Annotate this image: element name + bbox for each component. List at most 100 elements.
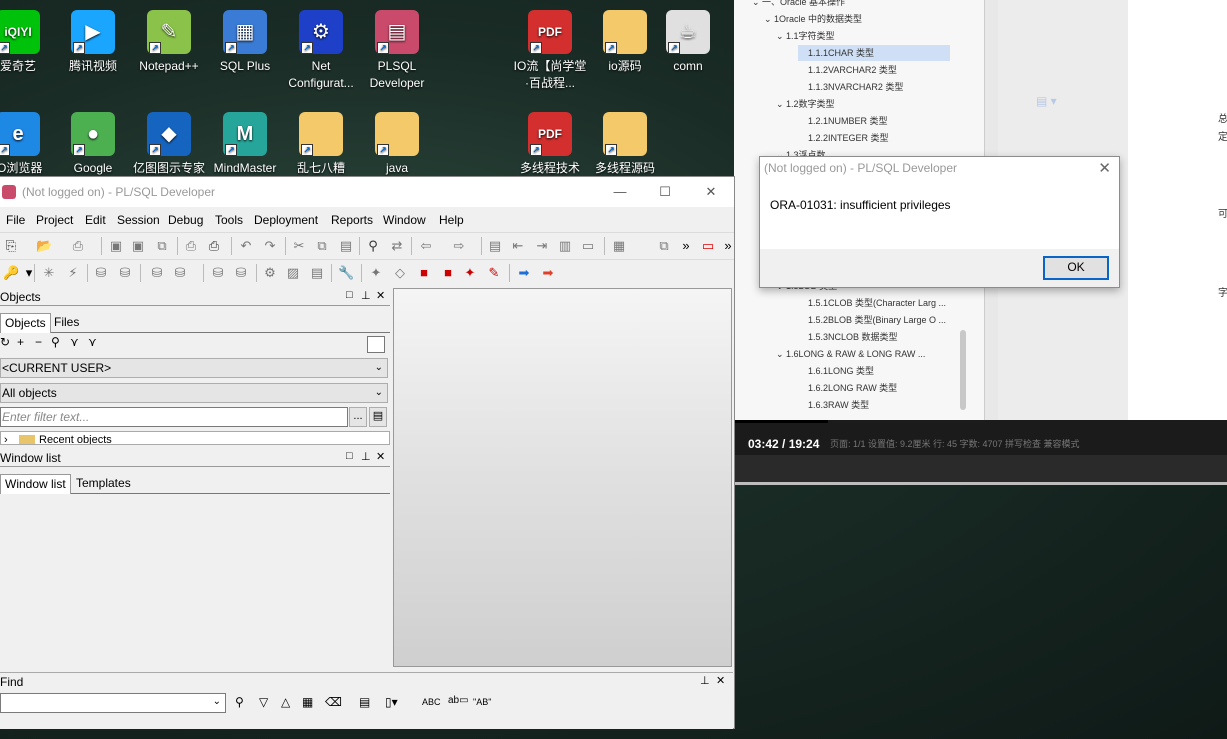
desktop-icon[interactable]: ▦ ↗ SQL Plus (207, 10, 283, 75)
desktop-icon[interactable]: ▶ ↗ 腾讯视频 (55, 10, 131, 75)
editor-area[interactable] (393, 288, 732, 667)
desktop-icon[interactable]: ↗ java (359, 112, 435, 177)
copy-window-icon[interactable]: ⧉ (154, 238, 170, 254)
user-selector[interactable]: <CURRENT USER> ⌄ (0, 358, 388, 378)
document-icon[interactable]: ▯▾ (385, 695, 398, 709)
tab-files[interactable]: Files (50, 313, 83, 333)
comment-icon[interactable]: ⇥ (534, 238, 550, 254)
menu-file[interactable]: File (6, 213, 25, 227)
menu-deployment[interactable]: Deployment (254, 213, 318, 227)
float-icon[interactable]: □ (346, 450, 353, 462)
menu-reports[interactable]: Reports (331, 213, 373, 227)
menu-edit[interactable]: Edit (85, 213, 106, 227)
filter-input[interactable]: Enter filter text... (0, 407, 348, 427)
outline-item[interactable]: 1.2.1NUMBER 类型 (798, 113, 950, 129)
open-icon[interactable]: 📂 (36, 238, 52, 254)
tab-window-list[interactable]: Window list (0, 474, 71, 494)
outline-item[interactable]: 1.5.2BLOB 类型(Binary Large O ... (798, 312, 950, 328)
cut-icon[interactable]: ✂ (291, 238, 307, 254)
desktop-icon[interactable]: M ↗ MindMaster (207, 112, 283, 177)
collapse-chevron-icon[interactable]: ⌄ (776, 99, 786, 109)
format-icon[interactable]: ▭ (580, 238, 596, 254)
collapse-chevron-icon[interactable]: ⌄ (764, 14, 774, 24)
filter-options-button[interactable]: ... (349, 407, 367, 427)
outline-item[interactable]: ⌄ 1Oracle 中的数据类型 (764, 11, 950, 27)
ok-button[interactable]: OK (1043, 256, 1109, 280)
filter-apply-button[interactable]: ▤ (369, 407, 387, 427)
tree-expand-icon[interactable]: › (4, 434, 8, 444)
print-setup-icon[interactable]: ⎙ (206, 238, 222, 254)
undo-icon[interactable]: ↶ (238, 238, 254, 254)
commit-icon[interactable]: ⛁ (93, 265, 109, 281)
window-titlebar[interactable]: (Not logged on) - PL/SQL Developer — ☐ ✕ (0, 177, 734, 207)
tab-templates[interactable]: Templates (72, 474, 135, 494)
outline-item[interactable]: ⌄ 一、Oracle 基本操作 (752, 0, 950, 10)
red-cube-icon[interactable]: ■ (416, 265, 432, 281)
outline-item[interactable]: 1.1.3NVARCHAR2 类型 (798, 79, 950, 95)
desktop-icon[interactable]: ↗ 多线程源码 (587, 112, 663, 177)
next-arrow-icon[interactable]: ➡ (540, 265, 556, 281)
save-all-icon[interactable]: ▣ (130, 238, 146, 254)
command-window-icon[interactable]: ⛁ (233, 265, 249, 281)
replace-icon[interactable]: ⇄ (389, 238, 405, 254)
toggle-checkbox[interactable] (367, 336, 385, 353)
wrench-icon[interactable]: 🔧 (338, 265, 354, 281)
filter-icon[interactable]: ⋎ (70, 335, 79, 349)
uncomment-icon[interactable]: ▥ (557, 238, 573, 254)
copy-icon[interactable]: ⧉ (314, 238, 330, 254)
menu-window[interactable]: Window (383, 213, 426, 227)
minimize-button[interactable]: — (605, 181, 635, 203)
outline-item[interactable]: ⌄ 1.2数字类型 (776, 96, 950, 112)
dialog-close-button[interactable]: ✕ (1098, 159, 1111, 177)
outline-item[interactable]: 1.5.1CLOB 类型(Character Larg ... (798, 295, 950, 311)
outline-item[interactable]: 1.6.2LONG RAW 类型 (798, 380, 950, 396)
close-button[interactable]: ✕ (696, 181, 726, 203)
pin-icon[interactable]: ⊥ (700, 674, 710, 687)
outline-item[interactable]: 1.1.2VARCHAR2 类型 (798, 62, 950, 78)
objects-type-selector[interactable]: All objects ⌄ (0, 383, 388, 403)
outline-item[interactable]: 1.5.3NCLOB 数据类型 (798, 329, 950, 345)
collapse-chevron-icon[interactable]: ⌄ (752, 0, 762, 7)
beautify-icon[interactable]: ✎ (486, 265, 502, 281)
outline-item[interactable]: 1.2.2INTEGER 类型 (798, 130, 950, 146)
new-icon[interactable]: ⎘ (3, 238, 19, 254)
regex-toggle[interactable]: "AB" (473, 697, 491, 707)
logon-icon[interactable]: 🔑 (3, 265, 19, 281)
desktop-icon[interactable]: e↗ IO浏览器 (0, 112, 56, 177)
whole-word-icon[interactable]: ab▭ (448, 695, 469, 706)
outline-item[interactable]: 1.6.3RAW 类型 (798, 397, 950, 413)
indent-icon[interactable]: ▤ (487, 238, 503, 254)
gem-icon[interactable]: ✦ (368, 265, 384, 281)
pin-icon[interactable]: ⊥ (361, 289, 371, 302)
forward-icon[interactable]: ⇨ (451, 238, 467, 254)
cubes-icon[interactable]: ■ (440, 265, 456, 281)
close-pane-icon[interactable]: ✕ (376, 450, 385, 463)
tree-item-recent[interactable]: Recent objects (39, 434, 112, 444)
outline-scrollbar[interactable] (960, 330, 966, 410)
desktop-icon[interactable]: ◆ ↗ 亿图图示专家 (131, 112, 207, 177)
desktop-icon[interactable]: ▤ ↗ PLSQL Developer (359, 10, 435, 92)
tab-objects[interactable]: Objects (0, 313, 51, 333)
execute-icon[interactable]: ✳ (41, 265, 57, 281)
video-control-bar[interactable]: 页面: 1/1 设置值: 9.2厘米 行: 45 字数: 4707 拼写检查 兼… (734, 420, 1227, 455)
outline-item[interactable]: 1.6.1LONG 类型 (798, 363, 950, 379)
find-icon[interactable]: ⚲ (235, 695, 244, 709)
desktop-icon[interactable]: ✎ ↗ Notepad++ (131, 10, 207, 75)
menu-debug[interactable]: Debug (168, 213, 203, 227)
pin-icon[interactable]: ⊥ (361, 450, 371, 463)
desktop-icon[interactable]: ↗ 乱七八糟 (283, 112, 359, 177)
oracle-icon[interactable]: ▭ (700, 238, 716, 254)
desktop-icon[interactable]: ⚙ ↗ Net Configurat... (283, 10, 359, 92)
test-window-icon[interactable]: ⛁ (210, 265, 226, 281)
eraser-icon[interactable]: ◇ (392, 265, 408, 281)
find-icon[interactable]: ⚲ (365, 238, 381, 254)
browser-icon[interactable]: ▦ (611, 238, 627, 254)
explain-plan-icon[interactable]: ⚙ (262, 265, 278, 281)
outline-item[interactable]: ⌄ 1.1字符类型 (776, 28, 950, 44)
print-preview-icon[interactable]: ⎙ (70, 238, 86, 254)
float-icon[interactable]: □ (346, 289, 353, 301)
tools-icon[interactable]: ✦ (462, 265, 478, 281)
outline-item[interactable]: ⌄ 1.6LONG & RAW & LONG RAW ... (776, 346, 950, 362)
binoculars-icon[interactable]: ⚲ (51, 335, 60, 349)
filter-edit-icon[interactable]: ⋎ (88, 335, 97, 349)
